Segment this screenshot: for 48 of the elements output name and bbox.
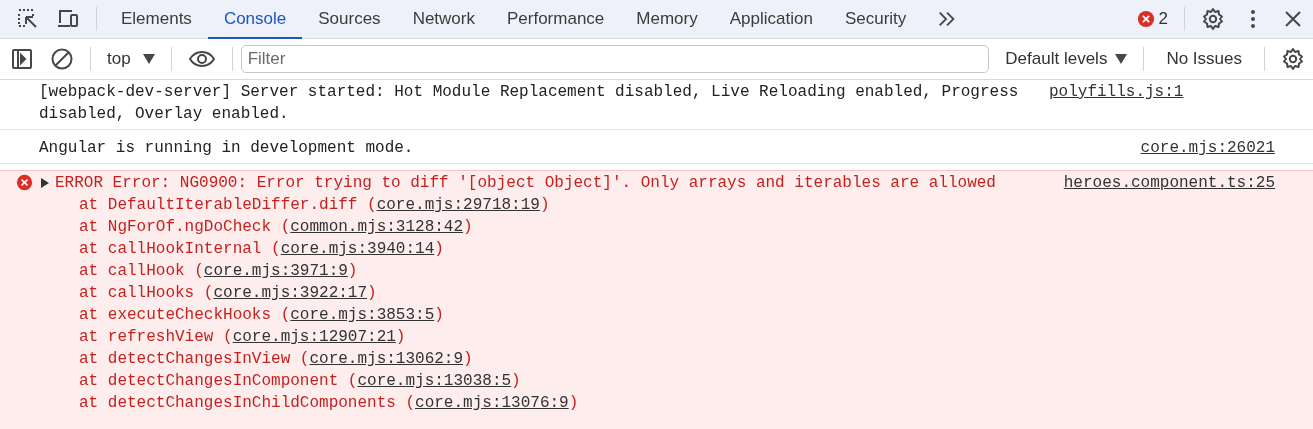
panel-tab[interactable]: Console [207,1,303,39]
panel-tab[interactable]: Elements [105,1,208,39]
caret-icon [1115,54,1128,64]
stack-frame: at refreshView (core.mjs:12907:21) [40,326,1275,348]
caret-icon [142,54,155,64]
stack-frame: at detectChangesInComponent (core.mjs:13038:5) [40,370,1275,392]
error-icon [16,174,33,191]
issues-button[interactable]: No Issues [1152,49,1256,69]
context-dropdown[interactable]: top [99,49,163,69]
stack-link[interactable]: core.mjs:29718:19 [376,196,540,214]
stack-link[interactable]: core.mjs:13062:9 [309,350,464,368]
stack-link[interactable]: core.mjs:3853:5 [290,306,435,324]
error-message: ERROR Error: NG0900: Error trying to diff '[object Object]'. Only arrays and iterables are allowed [55,173,997,194]
stack-frame: at callHook (core.mjs:3971:9) [40,260,1275,282]
source-link[interactable]: heroes.component.ts:25 [1063,172,1275,194]
stack-link[interactable]: common.mjs:3128:42 [290,218,464,236]
panel-tab[interactable]: Memory [620,1,714,39]
stack-link[interactable]: core.mjs:3922:17 [213,284,368,302]
stack-frame: at callHookInternal (core.mjs:3940:14) [40,238,1275,260]
stack-link[interactable]: core.mjs:12907:21 [232,328,396,346]
stack-frame: at DefaultIterableDiffer.diff (core.mjs:29718:19) [40,194,1275,216]
error-icon [1136,10,1155,28]
log-message: [webpack-dev-server] Server started: Hot Module Replacement disabled, Live Reloading enabled, Progress disabled, Overlay enabled. [39,82,1020,125]
panel-tab[interactable]: Security [828,1,923,39]
panel-tab[interactable]: Network [396,1,491,39]
stack-frame: at detectChangesInChildComponents (core.mjs:13076:9) [40,392,1275,414]
error-count[interactable]: 2 [1158,9,1168,29]
stack-link[interactable]: core.mjs:3940:14 [280,240,435,258]
source-link[interactable]: polyfills.js:1 [1049,81,1184,103]
stack-frame: at NgForOf.ngDoCheck (common.mjs:3128:42) [40,216,1275,238]
stack-link[interactable]: core.mjs:13076:9 [415,394,569,412]
stack-link[interactable]: core.mjs:13038:5 [357,372,512,390]
panel-tab[interactable]: Performance [491,1,621,39]
clear-console-icon[interactable] [50,47,74,71]
expand-arrow-icon[interactable] [40,178,50,188]
stack-link[interactable]: core.mjs:3971:9 [203,262,348,280]
levels-dropdown[interactable]: Default levels [997,49,1136,69]
source-link[interactable]: core.mjs:26021 [1140,137,1275,159]
filter-field[interactable]: Filter [240,45,990,73]
log-message: Angular is running in development mode. [39,138,415,159]
stack-frame: at callHooks (core.mjs:3922:17) [40,282,1275,304]
settings-icon[interactable] [1281,47,1305,71]
sidebar-toggle-icon[interactable] [10,47,34,71]
stack-frame: at executeCheckHooks (core.mjs:3853:5) [40,304,1275,326]
panel-tab[interactable]: Sources [302,1,397,39]
panel-tab[interactable]: Application [713,1,829,39]
settings-icon[interactable] [1201,7,1225,31]
stack-frame: at detectChangesInView (core.mjs:13062:9) [40,348,1275,370]
